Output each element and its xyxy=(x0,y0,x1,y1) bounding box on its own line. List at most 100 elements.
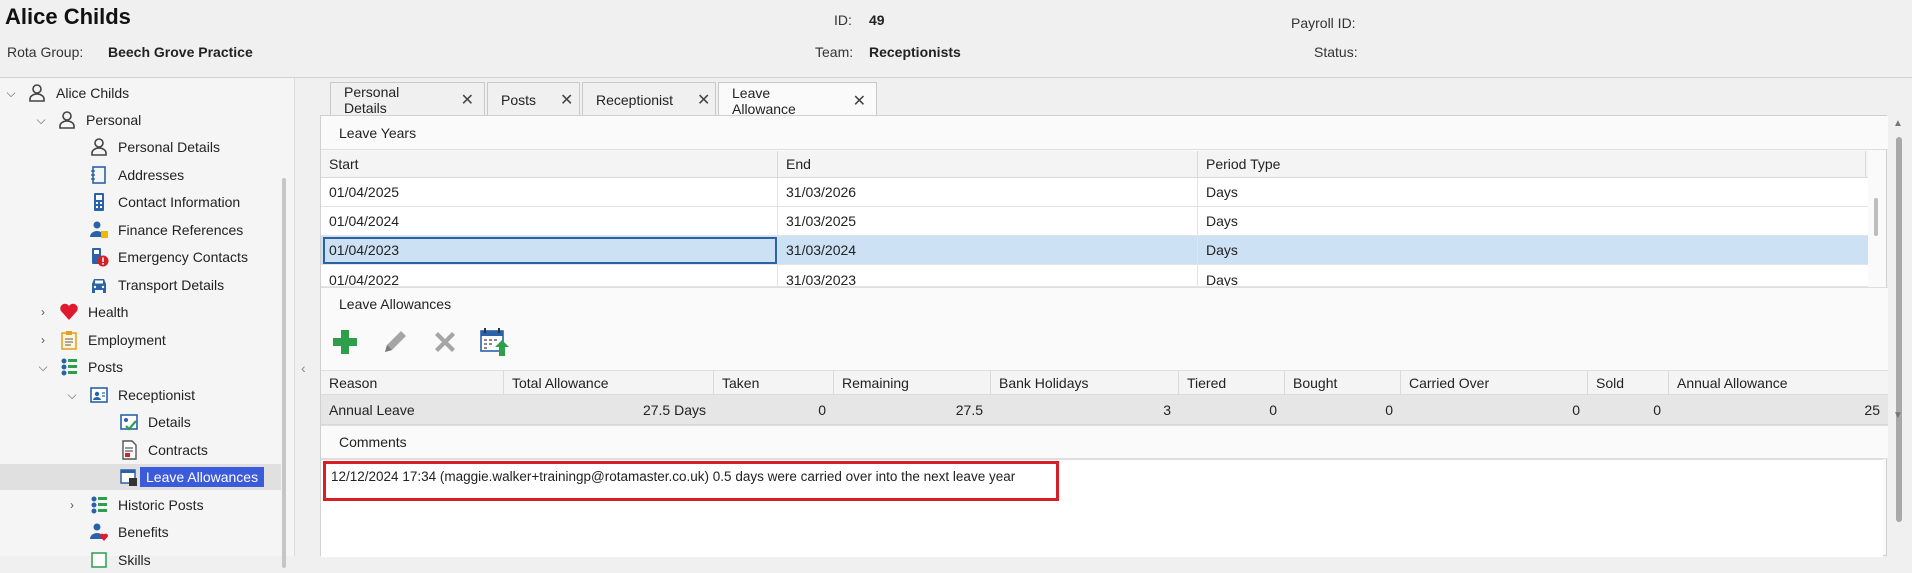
cell-carried-over: 0 xyxy=(1572,401,1580,418)
leave-year-row-selected[interactable]: 01/04/2023 31/03/2024 Days xyxy=(321,236,1868,265)
column-header-total-allowance[interactable]: Total Allowance xyxy=(504,371,714,394)
cell-end: 31/03/2025 xyxy=(778,207,1198,235)
org-posts-icon xyxy=(58,356,80,378)
tree-item-receptionist[interactable]: ⌵ Receptionist xyxy=(0,382,195,408)
heart-icon xyxy=(58,301,80,323)
tree-label: Employment xyxy=(88,332,166,348)
tab-label: Personal Details xyxy=(344,83,400,116)
tab-receptionist[interactable]: Receptionist ✕ xyxy=(582,82,716,116)
allowances-header: Reason Total Allowance Taken Remaining B… xyxy=(321,370,1888,395)
close-icon[interactable]: ✕ xyxy=(697,90,710,110)
column-header-bought[interactable]: Bought xyxy=(1285,371,1401,394)
chevron-right-icon[interactable]: › xyxy=(37,305,49,319)
main-vertical-scrollbar[interactable]: ▲ ▼ xyxy=(1888,115,1910,556)
leave-year-row[interactable]: 01/04/2022 31/03/2023 Days xyxy=(321,265,1868,287)
tree-item-transport-details[interactable]: Transport Details xyxy=(88,272,224,298)
tree-item-details[interactable]: Details xyxy=(118,409,191,435)
scroll-up-icon[interactable]: ▲ xyxy=(1893,118,1903,129)
employee-header: Alice Childs Rota Group: Beech Grove Pra… xyxy=(0,0,1912,78)
tree-item-historic-posts[interactable]: › Historic Posts xyxy=(0,492,204,518)
close-icon[interactable]: ✕ xyxy=(853,91,866,111)
chevron-down-icon[interactable]: ⌵ xyxy=(66,388,78,402)
tree-item-benefits[interactable]: Benefits xyxy=(88,519,169,545)
cell-period-type: Days xyxy=(1206,242,1238,258)
column-header-annual-allowance[interactable]: Annual Allowance xyxy=(1669,371,1888,394)
tree-scrollbar[interactable] xyxy=(282,178,286,568)
allowance-row[interactable]: Annual Leave 27.5 Days 0 27.5 3 0 0 0 0 … xyxy=(321,395,1888,425)
cell-start: 01/04/2022 xyxy=(321,265,778,286)
id-label: ID: xyxy=(834,12,852,28)
tab-label: Leave Allowance xyxy=(732,84,796,117)
cell-bought: 0 xyxy=(1385,401,1393,418)
tree-item-emergency-contacts[interactable]: Emergency Contacts xyxy=(88,244,248,270)
column-header-carried-over[interactable]: Carried Over xyxy=(1401,371,1588,394)
tab-strip: Personal Details ✕ Posts ✕ Receptionist … xyxy=(330,82,879,118)
column-header-period-type[interactable]: Period Type xyxy=(1198,151,1866,177)
carry-over-button[interactable] xyxy=(477,324,513,360)
plus-icon xyxy=(333,330,357,354)
id-card-icon xyxy=(88,384,110,406)
panel-splitter[interactable] xyxy=(296,78,318,556)
column-header-remaining[interactable]: Remaining xyxy=(834,371,991,394)
cell-annual-allowance: 25 xyxy=(1864,401,1880,418)
person-icon xyxy=(26,82,48,104)
column-header-taken[interactable]: Taken xyxy=(714,371,834,394)
chevron-right-icon[interactable]: › xyxy=(37,333,49,347)
delete-button[interactable] xyxy=(427,324,463,360)
tree-item-employment[interactable]: › Employment xyxy=(0,327,166,353)
rota-group-value: Beech Grove Practice xyxy=(108,44,253,60)
comments-area[interactable]: 12/12/2024 17:34 (maggie.walker+training… xyxy=(321,459,1883,557)
chevron-down-icon[interactable]: ⌵ xyxy=(5,86,17,100)
tree-item-contracts[interactable]: Contracts xyxy=(118,437,208,463)
column-header-reason[interactable]: Reason xyxy=(321,371,504,394)
close-icon[interactable]: ✕ xyxy=(560,90,573,110)
chevron-down-icon[interactable]: ⌵ xyxy=(37,360,49,374)
tree-label: Contracts xyxy=(148,442,208,458)
tree-label: Receptionist xyxy=(118,387,196,403)
column-header-start[interactable]: Start xyxy=(321,151,778,177)
tree-label: Emergency Contacts xyxy=(118,249,248,265)
tree-label: Contact Information xyxy=(118,194,241,210)
tree-item-leave-allowances[interactable]: Leave Allowances xyxy=(0,464,281,490)
tree-item-addresses[interactable]: Addresses xyxy=(88,162,184,188)
allowance-toolbar xyxy=(321,316,1888,370)
tab-leave-allowance[interactable]: Leave Allowance ✕ xyxy=(718,82,877,118)
tab-personal-details[interactable]: Personal Details ✕ xyxy=(330,82,485,116)
tree-label: Skills xyxy=(118,552,151,568)
tree-item-contact-information[interactable]: Contact Information xyxy=(88,189,240,215)
tab-posts[interactable]: Posts ✕ xyxy=(487,82,580,116)
leave-year-row[interactable]: 01/04/2025 31/03/2026 Days xyxy=(321,178,1868,207)
cell-start: 01/04/2024 xyxy=(321,207,778,235)
leave-years-group-title: Leave Years xyxy=(321,116,1888,150)
column-header-sold[interactable]: Sold xyxy=(1588,371,1669,394)
calendar-upload-icon xyxy=(480,328,509,356)
car-icon xyxy=(88,274,110,296)
chevron-right-icon[interactable]: › xyxy=(66,498,78,512)
pencil-icon xyxy=(385,331,406,352)
tree-item-personal-details[interactable]: Personal Details xyxy=(88,134,220,160)
tree-item-personal[interactable]: ⌵ Personal xyxy=(0,107,141,133)
scroll-down-icon[interactable]: ▼ xyxy=(1893,410,1903,421)
column-header-end[interactable]: End xyxy=(778,151,1198,177)
scrollbar-thumb[interactable] xyxy=(1896,137,1902,522)
skills-icon xyxy=(88,549,110,571)
tree-item-alice-childs[interactable]: ⌵ Alice Childs xyxy=(0,80,129,106)
tree-item-skills[interactable]: Skills xyxy=(88,547,151,573)
id-value: 49 xyxy=(869,12,885,28)
tree-item-health[interactable]: › Health xyxy=(0,299,128,325)
tree-item-finance-references[interactable]: Finance References xyxy=(88,217,243,243)
cell-period-type: Days xyxy=(1206,184,1238,200)
leave-year-row[interactable]: 01/04/2024 31/03/2025 Days xyxy=(321,207,1868,236)
chevron-down-icon[interactable]: ⌵ xyxy=(35,113,47,127)
add-button[interactable] xyxy=(327,324,363,360)
leave-years-scrollbar[interactable] xyxy=(1874,198,1878,236)
collapse-left-icon[interactable]: ‹ xyxy=(301,360,306,376)
team-label: Team: xyxy=(815,44,854,60)
tree-item-posts[interactable]: ⌵ Posts xyxy=(0,354,123,380)
cell-period-type: Days xyxy=(1206,213,1238,229)
column-header-bank-holidays[interactable]: Bank Holidays xyxy=(991,371,1179,394)
close-icon[interactable]: ✕ xyxy=(461,90,474,110)
leave-years-header: Start End Period Type xyxy=(321,151,1868,178)
column-header-tiered[interactable]: Tiered xyxy=(1179,371,1285,394)
edit-button[interactable] xyxy=(377,324,413,360)
